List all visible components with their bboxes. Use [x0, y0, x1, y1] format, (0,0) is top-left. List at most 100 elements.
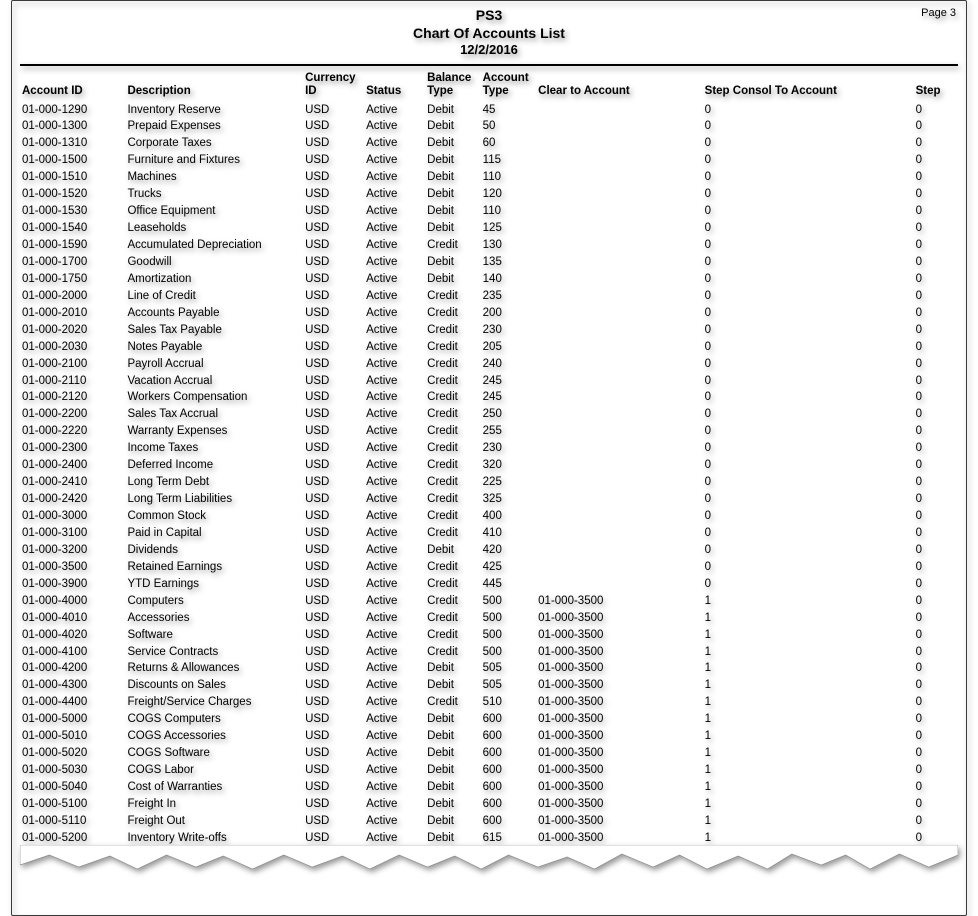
- cell-account-type: 320: [481, 457, 537, 474]
- cell-step-consol: 0: [703, 542, 914, 559]
- cell-balance-type: Debit: [425, 203, 481, 220]
- cell-step-consol: 0: [703, 305, 914, 322]
- cell-clear-to-account: [536, 339, 703, 356]
- table-row: 01-000-2120Workers CompensationUSDActive…: [20, 389, 958, 406]
- cell-status: Active: [364, 118, 425, 135]
- cell-balance-type: Credit: [425, 322, 481, 339]
- cell-account-type: 510: [481, 694, 537, 711]
- cell-status: Active: [364, 576, 425, 593]
- cell-clear-to-account: [536, 542, 703, 559]
- cell-balance-type: Credit: [425, 576, 481, 593]
- cell-description: Computers: [125, 593, 303, 610]
- cell-account-type: 110: [481, 169, 537, 186]
- cell-step-consol: 0: [703, 152, 914, 169]
- cell-status: Active: [364, 491, 425, 508]
- cell-step-consol: 0: [703, 220, 914, 237]
- cell-balance-type: Credit: [425, 525, 481, 542]
- table-row: 01-000-3900YTD EarningsUSDActiveCredit44…: [20, 576, 958, 593]
- cell-status: Active: [364, 288, 425, 305]
- cell-description: Accounts Payable: [125, 305, 303, 322]
- cell-step-consol: 1: [703, 627, 914, 644]
- cell-step: 0: [914, 152, 958, 169]
- table-row: 01-000-2110Vacation AccrualUSDActiveCred…: [20, 373, 958, 390]
- cell-step-consol: 0: [703, 576, 914, 593]
- cell-account-id: 01-000-1750: [20, 271, 125, 288]
- cell-description: Leaseholds: [125, 220, 303, 237]
- cell-currency: USD: [303, 508, 364, 525]
- torn-edge-icon: [20, 845, 958, 875]
- cell-account-id: 01-000-5030: [20, 762, 125, 779]
- cell-step-consol: 0: [703, 559, 914, 576]
- cell-account-id: 01-000-2110: [20, 373, 125, 390]
- cell-account-id: 01-000-3500: [20, 559, 125, 576]
- cell-balance-type: Debit: [425, 169, 481, 186]
- cell-account-id: 01-000-4300: [20, 677, 125, 694]
- cell-currency: USD: [303, 745, 364, 762]
- cell-clear-to-account: [536, 254, 703, 271]
- cell-currency: USD: [303, 423, 364, 440]
- cell-balance-type: Credit: [425, 406, 481, 423]
- cell-account-type: 500: [481, 593, 537, 610]
- table-row: 01-000-5030COGS LaborUSDActiveDebit60001…: [20, 762, 958, 779]
- cell-balance-type: Debit: [425, 135, 481, 152]
- col-currency-id: Currency ID: [303, 70, 364, 101]
- cell-step-consol: 0: [703, 237, 914, 254]
- table-row: 01-000-2300Income TaxesUSDActiveCredit23…: [20, 440, 958, 457]
- cell-step: 0: [914, 406, 958, 423]
- cell-clear-to-account: 01-000-3500: [536, 728, 703, 745]
- table-row: 01-000-1520TrucksUSDActiveDebit12000: [20, 186, 958, 203]
- cell-currency: USD: [303, 779, 364, 796]
- cell-step-consol: 1: [703, 779, 914, 796]
- cell-account-id: 01-000-5020: [20, 745, 125, 762]
- cell-account-id: 01-000-5010: [20, 728, 125, 745]
- cell-currency: USD: [303, 102, 364, 119]
- cell-currency: USD: [303, 644, 364, 661]
- cell-status: Active: [364, 423, 425, 440]
- cell-step-consol: 0: [703, 508, 914, 525]
- table-row: 01-000-4000ComputersUSDActiveCredit50001…: [20, 593, 958, 610]
- table-row: 01-000-4200Returns & AllowancesUSDActive…: [20, 660, 958, 677]
- cell-status: Active: [364, 542, 425, 559]
- cell-account-id: 01-000-1520: [20, 186, 125, 203]
- cell-balance-type: Credit: [425, 593, 481, 610]
- cell-status: Active: [364, 135, 425, 152]
- cell-account-id: 01-000-3100: [20, 525, 125, 542]
- cell-currency: USD: [303, 627, 364, 644]
- cell-description: YTD Earnings: [125, 576, 303, 593]
- cell-currency: USD: [303, 677, 364, 694]
- cell-clear-to-account: 01-000-3500: [536, 762, 703, 779]
- cell-description: Workers Compensation: [125, 389, 303, 406]
- header-rule: [20, 64, 958, 66]
- cell-step-consol: 0: [703, 186, 914, 203]
- cell-balance-type: Credit: [425, 694, 481, 711]
- cell-step: 0: [914, 186, 958, 203]
- cell-account-id: 01-000-4000: [20, 593, 125, 610]
- cell-step-consol: 0: [703, 322, 914, 339]
- table-row: 01-000-4010AccessoriesUSDActiveCredit500…: [20, 610, 958, 627]
- cell-step-consol: 1: [703, 660, 914, 677]
- cell-description: Accessories: [125, 610, 303, 627]
- cell-step: 0: [914, 474, 958, 491]
- cell-step-consol: 0: [703, 339, 914, 356]
- cell-description: Line of Credit: [125, 288, 303, 305]
- cell-clear-to-account: [536, 322, 703, 339]
- cell-clear-to-account: [536, 135, 703, 152]
- cell-currency: USD: [303, 203, 364, 220]
- cell-step-consol: 0: [703, 491, 914, 508]
- cell-account-type: 425: [481, 559, 537, 576]
- table-row: 01-000-5000COGS ComputersUSDActiveDebit6…: [20, 711, 958, 728]
- cell-clear-to-account: [536, 423, 703, 440]
- cell-currency: USD: [303, 694, 364, 711]
- cell-currency: USD: [303, 457, 364, 474]
- cell-status: Active: [364, 152, 425, 169]
- cell-clear-to-account: 01-000-3500: [536, 694, 703, 711]
- cell-clear-to-account: [536, 576, 703, 593]
- cell-clear-to-account: 01-000-3500: [536, 711, 703, 728]
- cell-description: Income Taxes: [125, 440, 303, 457]
- col-currency-l1: Currency: [305, 72, 356, 84]
- table-body: 01-000-1290Inventory ReserveUSDActiveDeb…: [20, 102, 958, 847]
- cell-step-consol: 0: [703, 135, 914, 152]
- col-step-consol: Step Consol To Account: [703, 70, 914, 101]
- cell-clear-to-account: [536, 525, 703, 542]
- cell-balance-type: Debit: [425, 711, 481, 728]
